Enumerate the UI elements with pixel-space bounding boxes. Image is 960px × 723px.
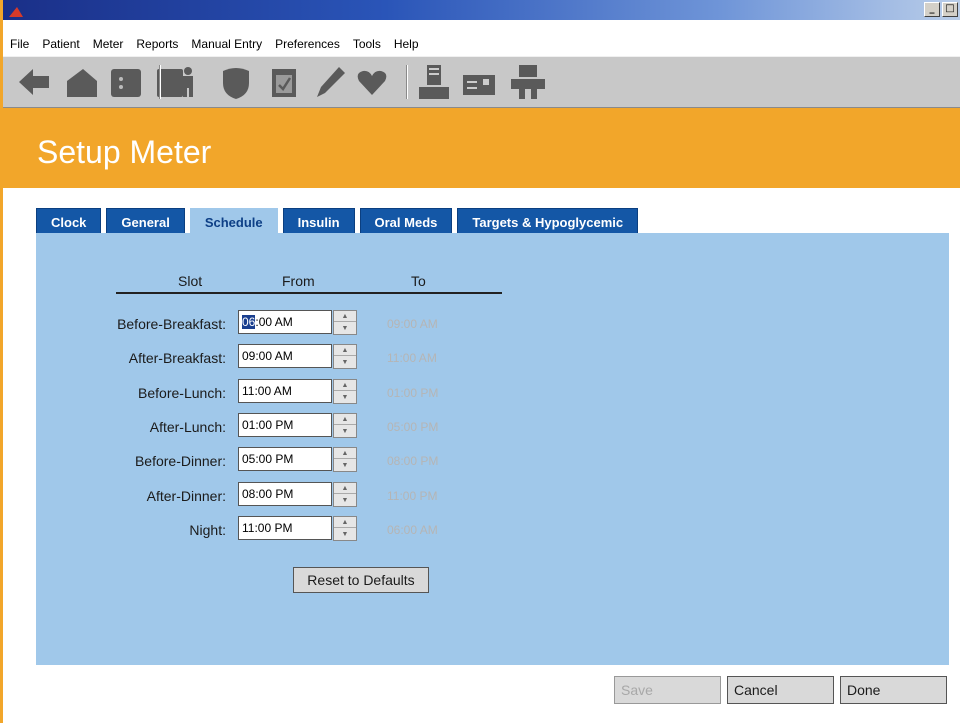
- from-time-input[interactable]: 05:00 PM: [238, 447, 332, 471]
- tab-oral-meds[interactable]: Oral Meds: [359, 208, 453, 234]
- meter-icon[interactable]: [107, 63, 145, 101]
- tab-bar: Clock General Schedule Insulin Oral Meds…: [36, 208, 639, 234]
- from-time-input[interactable]: 08:00 PM: [238, 482, 332, 506]
- slot-label: Before-Lunch:: [138, 385, 226, 401]
- to-time: 11:00 AM: [387, 351, 437, 365]
- done-button[interactable]: Done: [840, 676, 947, 704]
- slot-label: After-Breakfast:: [128, 350, 226, 366]
- time-spinner[interactable]: ▲ ▼: [333, 379, 357, 404]
- maximize-button[interactable]: □: [942, 2, 958, 17]
- spinner-up-icon[interactable]: ▲: [334, 414, 356, 425]
- to-time: 09:00 AM: [387, 317, 438, 331]
- spinner-up-icon[interactable]: ▲: [334, 483, 356, 494]
- back-arrow-icon[interactable]: [15, 63, 53, 101]
- toolbar: [3, 56, 960, 108]
- menu-help[interactable]: Help: [387, 35, 425, 53]
- spinner-down-icon[interactable]: ▼: [334, 392, 356, 403]
- selected-hour: 06: [242, 315, 256, 329]
- time-spinner[interactable]: ▲ ▼: [333, 310, 357, 335]
- slot-label: Before-Breakfast:: [117, 316, 226, 332]
- from-time-input[interactable]: 09:00 AM: [238, 344, 332, 368]
- page-banner: Setup Meter: [3, 108, 960, 188]
- to-time: 08:00 PM: [387, 454, 439, 468]
- time-spinner[interactable]: ▲ ▼: [333, 516, 357, 541]
- meter-card-icon[interactable]: [461, 63, 499, 101]
- menu-reports[interactable]: Reports: [129, 35, 184, 53]
- slot-header: Slot: [178, 273, 203, 289]
- page-title: Setup Meter: [37, 134, 212, 170]
- spinner-up-icon[interactable]: ▲: [334, 448, 356, 459]
- to-time: 01:00 PM: [387, 386, 439, 400]
- slot-label: After-Lunch:: [149, 419, 226, 435]
- minimize-button[interactable]: _: [924, 2, 940, 17]
- toolbar-separator: [159, 65, 161, 99]
- from-time-input[interactable]: 11:00 AM: [238, 379, 332, 403]
- from-time-input[interactable]: 06:00 AM: [238, 310, 332, 334]
- from-time-input[interactable]: 01:00 PM: [238, 413, 332, 437]
- save-button[interactable]: Save: [614, 676, 721, 704]
- to-time: 05:00 PM: [387, 420, 439, 434]
- tab-schedule[interactable]: Schedule: [189, 208, 278, 234]
- time-spinner[interactable]: ▲ ▼: [333, 447, 357, 472]
- document-printer-icon[interactable]: [415, 63, 453, 101]
- spinner-up-icon[interactable]: ▲: [334, 380, 356, 391]
- patient-figure-icon[interactable]: [169, 63, 207, 101]
- slot-label: Before-Dinner:: [134, 453, 226, 469]
- from-time-rest: :00 AM: [255, 315, 293, 329]
- cancel-button[interactable]: Cancel: [727, 676, 834, 704]
- menu-tools[interactable]: Tools: [346, 35, 387, 53]
- reset-to-defaults-button[interactable]: Reset to Defaults: [293, 567, 429, 593]
- to-time: 11:00 PM: [387, 489, 438, 503]
- spinner-up-icon[interactable]: ▲: [334, 345, 356, 356]
- menu-patient[interactable]: Patient: [35, 35, 85, 53]
- spinner-down-icon[interactable]: ▼: [334, 495, 356, 506]
- slot-label: Night:: [189, 522, 226, 538]
- spinner-down-icon[interactable]: ▼: [334, 357, 356, 368]
- title-bar[interactable]: _ □: [3, 0, 960, 20]
- app-window: _ □ File Patient Meter Reports Manual En…: [0, 0, 960, 723]
- menu-file[interactable]: File: [3, 35, 35, 53]
- menu-meter[interactable]: Meter: [86, 35, 130, 53]
- clipboard-icon[interactable]: [265, 63, 303, 101]
- spinner-up-icon[interactable]: ▲: [334, 311, 356, 322]
- tab-insulin[interactable]: Insulin: [282, 208, 355, 234]
- time-spinner[interactable]: ▲ ▼: [333, 482, 357, 507]
- menu-manual-entry[interactable]: Manual Entry: [184, 35, 268, 53]
- menu-preferences[interactable]: Preferences: [268, 35, 346, 53]
- pencil-icon[interactable]: [311, 63, 349, 101]
- app-logo-icon: [9, 7, 23, 17]
- spinner-down-icon[interactable]: ▼: [334, 529, 356, 540]
- device-transfer-icon[interactable]: [509, 63, 547, 101]
- time-spinner[interactable]: ▲ ▼: [333, 344, 357, 369]
- tab-clock[interactable]: Clock: [36, 208, 102, 234]
- spinner-down-icon[interactable]: ▼: [334, 323, 356, 334]
- slot-label: After-Dinner:: [146, 488, 226, 504]
- time-spinner[interactable]: ▲ ▼: [333, 413, 357, 438]
- from-time-input[interactable]: 11:00 PM: [238, 516, 332, 540]
- to-time: 06:00 AM: [387, 523, 438, 537]
- tab-targets-hypoglycemic[interactable]: Targets & Hypoglycemic: [457, 208, 639, 234]
- spinner-down-icon[interactable]: ▼: [334, 426, 356, 437]
- menu-bar: File Patient Meter Reports Manual Entry …: [3, 35, 425, 53]
- tab-general[interactable]: General: [106, 208, 185, 234]
- spinner-down-icon[interactable]: ▼: [334, 460, 356, 471]
- toolbar-separator-2: [406, 65, 408, 99]
- home-icon[interactable]: [63, 63, 101, 101]
- heart-icon[interactable]: [353, 63, 391, 101]
- header-divider: [116, 292, 502, 294]
- to-header: To: [411, 273, 426, 289]
- schedule-panel: Slot From To Before-Breakfast: 06:00 AM …: [36, 233, 949, 665]
- from-header: From: [282, 273, 315, 289]
- shield-icon[interactable]: [217, 63, 255, 101]
- spinner-up-icon[interactable]: ▲: [334, 517, 356, 528]
